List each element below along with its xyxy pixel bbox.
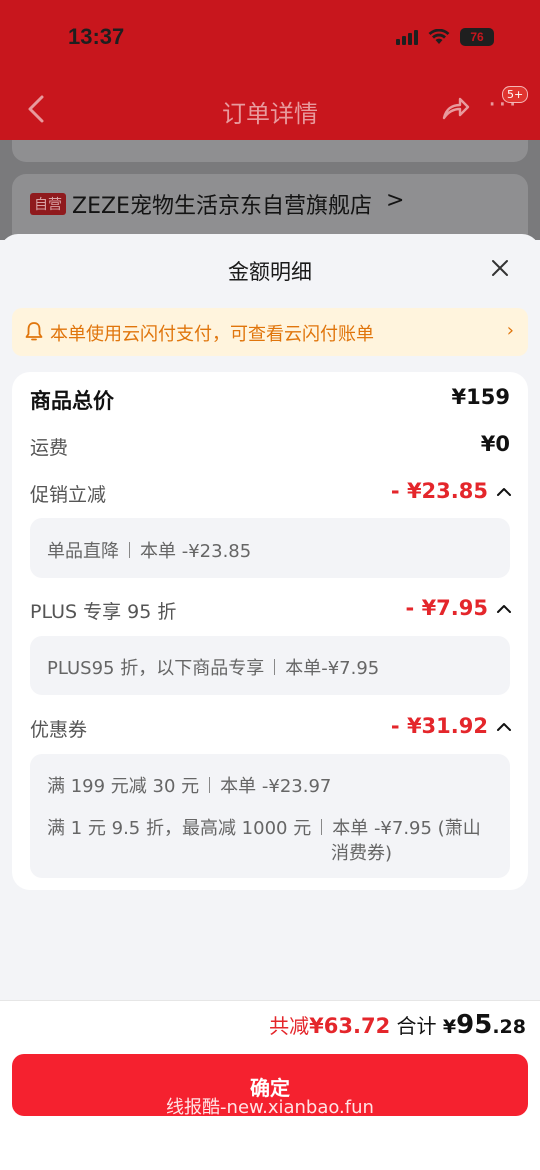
store-name[interactable]: ZEZE宠物生活京东自营旗舰店 — [72, 188, 372, 220]
promo-detail-name: 单品直降 — [47, 541, 119, 562]
saved-amount: ¥63.72 — [309, 1014, 391, 1038]
share-icon[interactable] — [440, 94, 470, 124]
goods-total-label: 商品总价 — [30, 389, 114, 413]
coupon-detail-line: 满 199 元减 30 元本单 -¥23.97 — [47, 772, 331, 798]
coupon-label: 优惠券 — [30, 719, 88, 741]
coupon-detail-line: 满 1 元 9.5 折，最高减 1000 元本单 -¥7.95 (萧山 — [47, 814, 481, 840]
promo-detail-line: 单品直降 本单 -¥23.85 — [47, 537, 251, 563]
notice-text: 本单使用云闪付支付，可查看云闪付账单 — [50, 324, 374, 345]
total-summary: 共减¥63.72 合计 ¥95.28 — [269, 1010, 526, 1040]
chevron-up-icon[interactable] — [496, 721, 512, 733]
plus-detail-amount: 本单-¥7.95 — [285, 658, 380, 679]
goods-total-value: ¥159 — [451, 385, 510, 409]
battery-icon: 76 — [460, 28, 494, 46]
self-operated-tag: 自营 — [30, 193, 66, 215]
divider — [129, 542, 130, 558]
shipping-label: 运费 — [30, 437, 69, 459]
total-prefix: 合计 — [396, 1014, 437, 1038]
store-chevron-icon: > — [386, 188, 405, 213]
total-currency: ¥ — [442, 1016, 457, 1038]
promo-discount-value[interactable]: - ¥23.85 — [391, 479, 488, 503]
coupon-detail-line-cont: 消费券) — [331, 843, 393, 864]
coupon-detail-box: 满 199 元减 30 元本单 -¥23.97 满 1 元 9.5 折，最高减 … — [30, 754, 510, 878]
coupon-value[interactable]: - ¥31.92 — [391, 714, 488, 738]
promo-discount-label: 促销立减 — [30, 484, 107, 506]
status-icons: 76 — [396, 28, 494, 46]
chevron-up-icon[interactable] — [496, 486, 512, 498]
promo-detail-amount: 本单 -¥23.85 — [140, 541, 252, 562]
cellular-signal-icon — [396, 29, 418, 45]
divider — [209, 777, 211, 793]
plus-detail-line: PLUS95 折，以下商品专享 本单-¥7.95 — [47, 654, 379, 680]
coupon-detail-amount: 本单 -¥7.95 (萧山 — [332, 818, 481, 839]
status-time: 13:37 — [68, 24, 125, 49]
chevron-up-icon[interactable] — [496, 603, 512, 615]
navbar: 订单详情 ··· — [0, 86, 540, 132]
background-card-edge — [12, 140, 528, 162]
divider — [274, 659, 276, 675]
close-icon[interactable] — [488, 256, 512, 280]
chevron-right-icon: › — [506, 320, 514, 341]
total-integer: 95 — [456, 1010, 493, 1040]
plus-discount-label: PLUS 专享 95 折 — [30, 601, 177, 623]
coupon-detail-name: 满 199 元减 30 元 — [47, 776, 200, 797]
plus-discount-value[interactable]: - ¥7.95 — [406, 596, 488, 620]
message-count-badge: 5+ — [502, 86, 529, 103]
total-saved: 共减¥63.72 — [269, 1014, 390, 1038]
plus-detail-name: PLUS95 折，以下商品专享 — [47, 658, 265, 679]
total-decimal: .28 — [492, 1016, 526, 1038]
promo-detail-box: 单品直降 本单 -¥23.85 — [30, 518, 510, 578]
coupon-detail-amount: 本单 -¥23.97 — [220, 776, 332, 797]
shipping-value: ¥0 — [480, 432, 510, 456]
sheet-title: 金额明细 — [228, 260, 312, 284]
payment-notice-banner[interactable]: 本单使用云闪付支付，可查看云闪付账单 › — [12, 308, 528, 356]
coupon-detail-name: 满 1 元 9.5 折，最高减 1000 元 — [47, 818, 312, 839]
watermark-text: 线报酷-new.xianbao.fun — [166, 1097, 374, 1118]
wifi-icon — [428, 29, 450, 44]
status-bar: 13:37 76 — [0, 22, 540, 58]
bell-icon — [25, 322, 43, 341]
saved-prefix: 共减 — [269, 1014, 310, 1038]
plus-detail-box: PLUS95 折，以下商品专享 本单-¥7.95 — [30, 636, 510, 695]
divider — [321, 819, 323, 835]
